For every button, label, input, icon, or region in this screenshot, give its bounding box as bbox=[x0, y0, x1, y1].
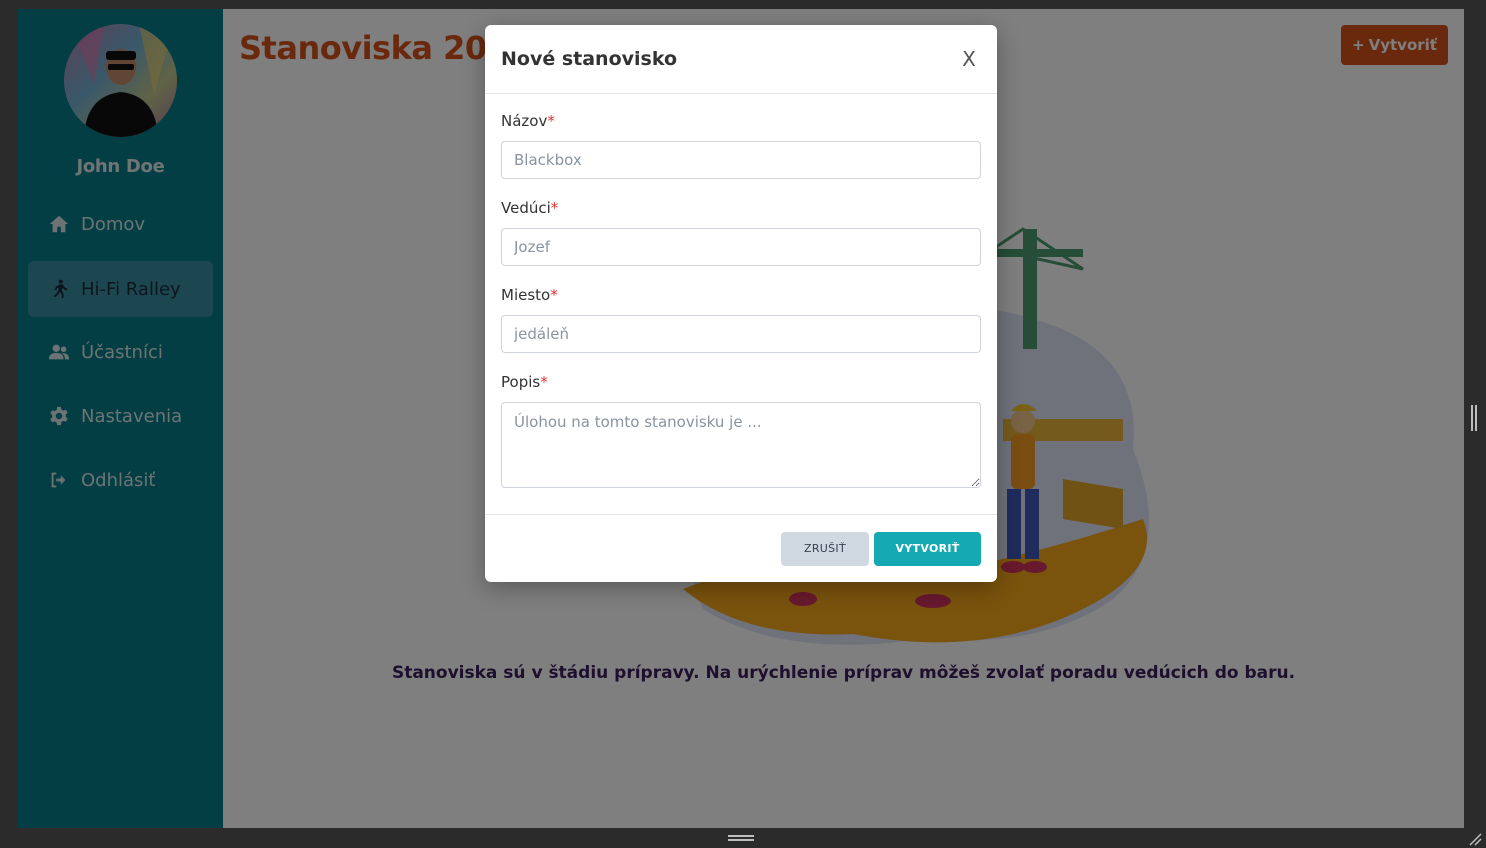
modal-backdrop[interactable]: Nové stanovisko X Názov* Vedúci* Miesto* bbox=[18, 9, 1464, 828]
place-input[interactable] bbox=[501, 315, 981, 353]
resize-corner-icon[interactable] bbox=[1468, 832, 1482, 846]
leader-field-group: Vedúci* bbox=[501, 199, 981, 266]
modal-body: Názov* Vedúci* Miesto* Popis* bbox=[485, 94, 997, 492]
place-field-group: Miesto* bbox=[501, 286, 981, 353]
leader-label: Vedúci* bbox=[501, 199, 559, 217]
resize-handle-bottom[interactable] bbox=[728, 835, 754, 843]
description-textarea[interactable] bbox=[501, 402, 981, 488]
required-mark: * bbox=[550, 286, 558, 304]
resize-handle-right[interactable] bbox=[1471, 405, 1477, 431]
submit-button[interactable]: VYTVORIŤ bbox=[874, 531, 981, 566]
modal-footer: ZRUŠIŤ VYTVORIŤ bbox=[485, 514, 997, 582]
new-station-modal: Nové stanovisko X Názov* Vedúci* Miesto* bbox=[485, 25, 997, 582]
place-label: Miesto* bbox=[501, 286, 558, 304]
description-field-group: Popis* bbox=[501, 373, 981, 492]
app-window: John Doe Domov Hi-Fi Ralley Účastníci Na… bbox=[18, 9, 1464, 828]
name-field-group: Názov* bbox=[501, 112, 981, 179]
name-input[interactable] bbox=[501, 141, 981, 179]
description-label: Popis* bbox=[501, 373, 548, 391]
required-mark: * bbox=[540, 373, 548, 391]
required-mark: * bbox=[550, 199, 559, 217]
modal-title: Nové stanovisko bbox=[501, 48, 678, 70]
close-button[interactable]: X bbox=[957, 47, 981, 71]
name-label: Názov* bbox=[501, 112, 555, 130]
required-mark: * bbox=[547, 112, 555, 130]
modal-header: Nové stanovisko X bbox=[485, 25, 997, 94]
cancel-button[interactable]: ZRUŠIŤ bbox=[781, 531, 869, 566]
leader-input[interactable] bbox=[501, 228, 981, 266]
